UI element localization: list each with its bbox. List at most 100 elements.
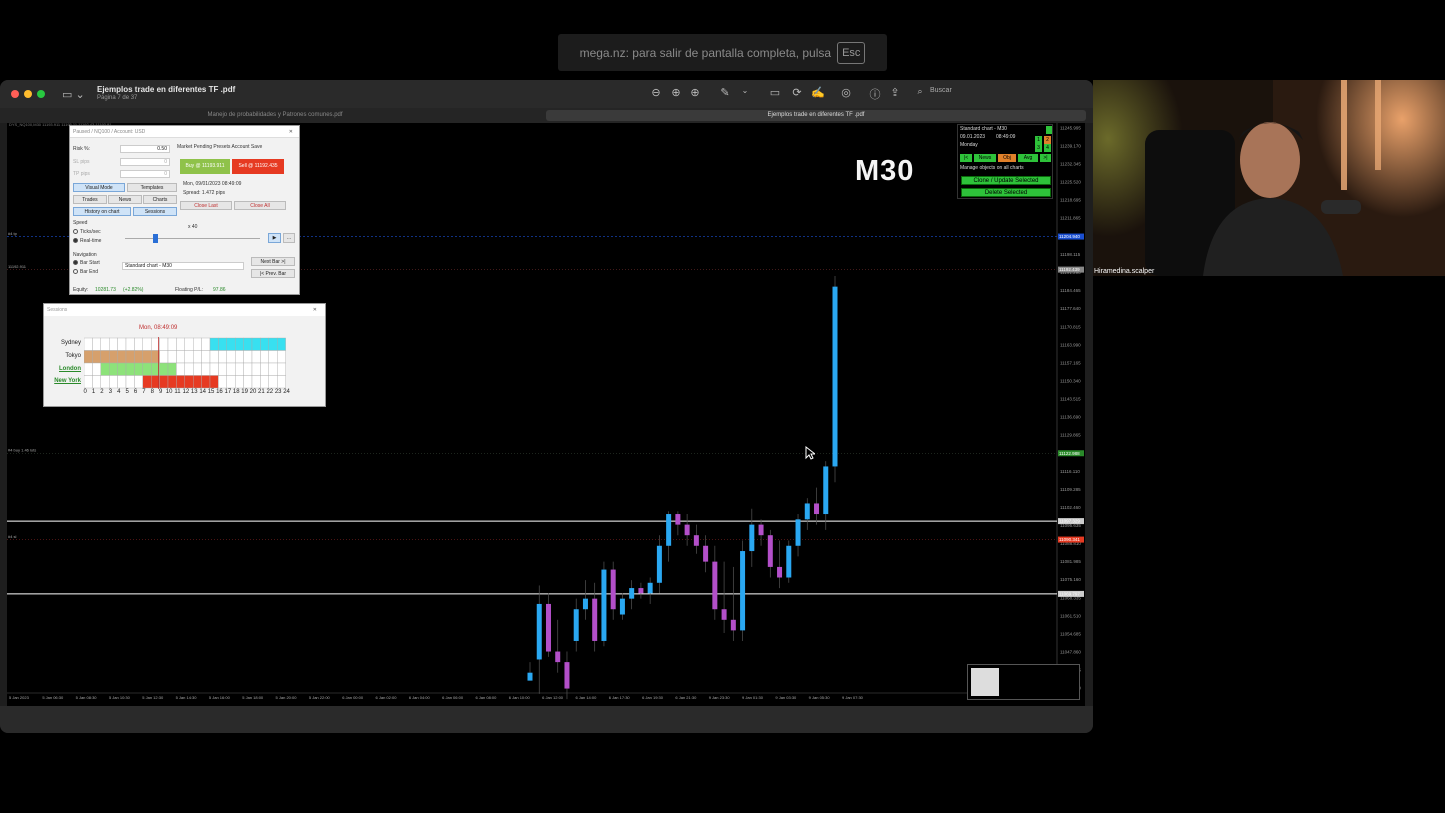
bull-candle [804, 503, 810, 520]
radio-selected-icon [73, 260, 78, 266]
clone-update-button[interactable]: Clone / Update Selected [961, 176, 1051, 185]
bull-candle [601, 569, 607, 641]
last-bar-button[interactable]: >| [1040, 154, 1051, 162]
close-all-button[interactable]: Close All [234, 201, 286, 210]
bear-candle [767, 535, 773, 567]
minimize-window-icon[interactable] [24, 90, 32, 98]
price-tick-label: 11116.110 [1060, 469, 1080, 474]
avg-toggle-button[interactable]: Avg [1018, 154, 1038, 162]
share-icon[interactable]: ⇪ [887, 86, 903, 99]
search-icon[interactable]: ⌕ [912, 86, 928, 97]
risk-input[interactable]: 0.50 [120, 145, 170, 153]
session-cell [142, 350, 152, 364]
zoom-out-icon[interactable]: ⊖ [648, 86, 664, 99]
bull-candle [527, 672, 533, 681]
num-button-4[interactable]: 4 [1044, 144, 1051, 152]
session-hour-label: 3 [108, 389, 113, 395]
speed-slider-track[interactable] [125, 238, 260, 239]
search-field[interactable]: Buscar [930, 87, 952, 94]
delete-selected-button[interactable]: Delete Selected [961, 188, 1051, 197]
sl-input[interactable]: 0 [120, 158, 170, 166]
history-on-chart-button[interactable]: History on chart [73, 207, 131, 216]
rotate-icon[interactable]: ⟳ [789, 86, 805, 99]
session-cell [142, 362, 152, 376]
sidebar-toggle-icon[interactable]: ▭ ⌄ [62, 88, 85, 101]
info-icon[interactable]: ⓘ [867, 86, 883, 102]
num-button-3[interactable]: 3 [1035, 144, 1042, 152]
session-hour-label: 7 [142, 389, 146, 395]
collapse-button[interactable] [1046, 126, 1052, 134]
bar-start-radio[interactable]: Bar Start [73, 260, 100, 266]
fullscreen-window-icon[interactable] [37, 90, 45, 98]
session-cell [159, 362, 169, 376]
chart-select[interactable]: Standard chart - M30 [122, 262, 244, 270]
textbox-icon[interactable]: ▭ [767, 86, 783, 99]
esc-key[interactable]: Esc [837, 41, 866, 64]
session-cell [125, 362, 135, 376]
price-tag-label: 11069.797 [1059, 591, 1080, 596]
session-hour-label: 4 [117, 389, 121, 395]
session-label-london[interactable]: London [51, 366, 81, 372]
next-bar-button[interactable]: Next Bar >| [251, 257, 295, 266]
objects-toggle-button[interactable]: Obj [998, 154, 1016, 162]
news-toggle-button[interactable]: News [974, 154, 996, 162]
session-cell [192, 350, 202, 364]
charts-button[interactable]: Charts [143, 195, 177, 204]
session-cell [243, 337, 253, 351]
session-cell [100, 375, 110, 389]
price-tick-label: 11163.990 [1060, 342, 1081, 347]
sessions-grid [84, 337, 286, 389]
tab-manejo-probabilidades[interactable]: Manejo de probabilidades y Patrones comu… [10, 110, 540, 121]
more-button[interactable]: … [283, 233, 295, 243]
time-tick-label: 5 Jan 12:30 [142, 695, 164, 700]
bear-candle [712, 561, 718, 610]
realtime-radio[interactable]: Real-time [73, 238, 101, 244]
session-cell [243, 350, 253, 364]
bull-candle [573, 609, 579, 641]
buy-button[interactable]: Buy @ 11193.911 [180, 159, 230, 174]
sessions-button[interactable]: Sessions [133, 207, 177, 216]
trade-panel-title-text: Paused / NQ100 / Account: USD [73, 129, 146, 135]
webcam-image [1093, 80, 1445, 276]
sessions-title: Sessions ✕ [44, 304, 325, 316]
session-cell [84, 337, 93, 351]
session-hour-label: 6 [133, 389, 138, 395]
trade-menu[interactable]: Market Pending Presets Account Save [177, 144, 262, 150]
first-bar-button[interactable]: |< [960, 154, 972, 162]
play-button[interactable]: ▶ [268, 233, 281, 243]
close-icon[interactable]: ✕ [313, 304, 317, 316]
bull-candle [647, 582, 653, 594]
tab-bar: Manejo de probabilidades y Patrones comu… [0, 108, 1093, 123]
close-icon[interactable]: ✕ [289, 126, 293, 138]
ticks-radio[interactable]: Ticks/sec [73, 229, 101, 235]
bar-start-label: Bar Start [80, 260, 100, 266]
session-cell [201, 362, 211, 376]
prev-bar-button[interactable]: |< Prev. Bar [251, 269, 295, 278]
bar-end-radio[interactable]: Bar End [73, 269, 98, 275]
thumbnail-preview [971, 668, 999, 696]
tp-input[interactable]: 0 [120, 170, 170, 178]
speed-slider-handle[interactable] [153, 234, 158, 243]
trades-button[interactable]: Trades [73, 195, 107, 204]
session-cell [209, 337, 219, 351]
tab-ejemplos-trade[interactable]: Ejemplos trade en diferentes TF .pdf [546, 110, 1086, 121]
news-button[interactable]: News [108, 195, 142, 204]
equity-value: 10281.73 [95, 287, 116, 293]
num-button-2[interactable]: 2 [1044, 136, 1051, 144]
close-last-button[interactable]: Close Last [180, 201, 232, 210]
markup-pen-icon[interactable]: ✎ [717, 86, 733, 99]
visual-mode-button[interactable]: Visual Mode [73, 183, 125, 192]
chevron-down-icon[interactable]: ⌄ [737, 86, 753, 95]
zoom-fit-icon[interactable]: ⊕ [687, 86, 703, 99]
num-button-1[interactable]: 1 [1035, 136, 1042, 144]
zoom-in-icon[interactable]: ⊕ [668, 86, 684, 99]
sign-icon[interactable]: ✍ [810, 86, 826, 99]
session-label-newyork[interactable]: New York [51, 378, 81, 384]
control-time: 08:49:09 [996, 134, 1016, 140]
chart-thumbnail[interactable] [967, 664, 1080, 700]
session-cell [176, 337, 186, 351]
close-window-icon[interactable] [11, 90, 19, 98]
templates-button[interactable]: Templates [127, 183, 177, 192]
annotate-icon[interactable]: ◎ [838, 86, 854, 99]
sell-button[interactable]: Sell @ 11192.435 [232, 159, 284, 174]
